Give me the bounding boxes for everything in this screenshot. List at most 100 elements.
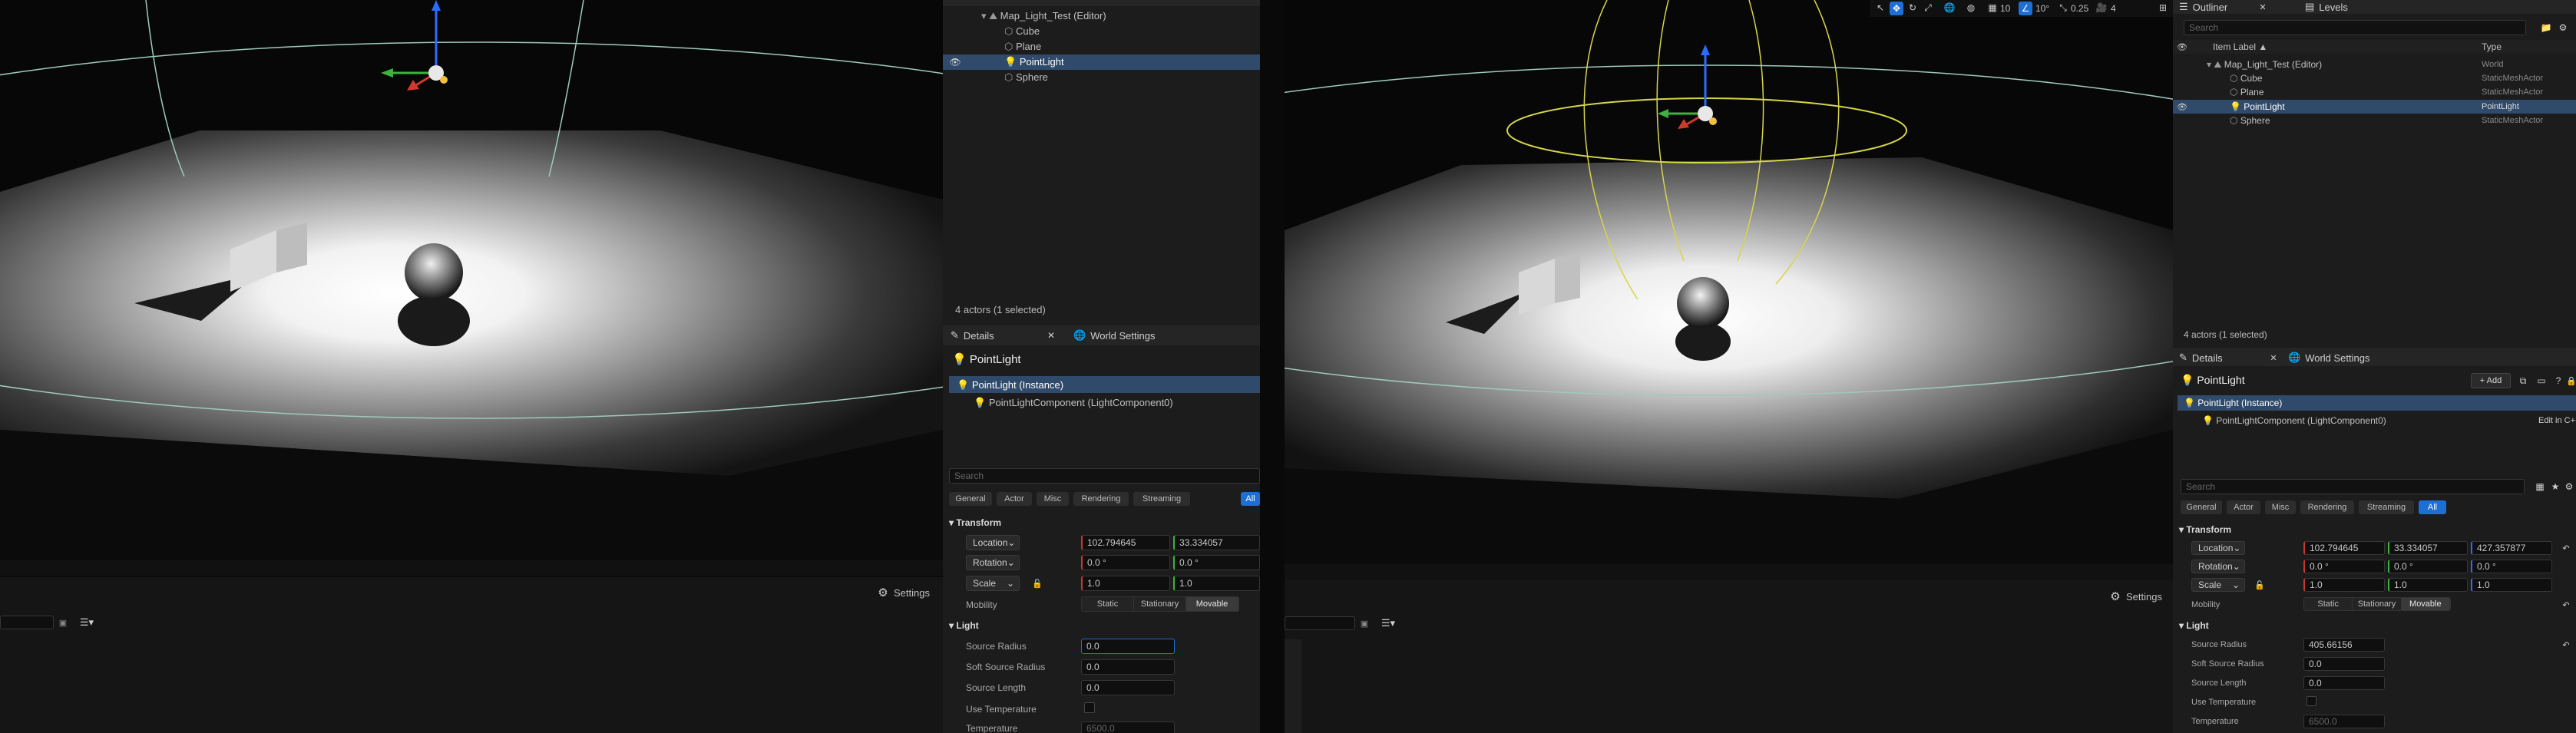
outliner-search-input[interactable]: Search [2184, 20, 2526, 35]
scale-y-left[interactable]: 1.0 [1173, 576, 1260, 591]
grid-snap-icon[interactable]: ▦ [1986, 2, 1999, 14]
filter-general[interactable]: General [2181, 500, 2222, 514]
filter-icon[interactable]: ☰▾ [75, 616, 98, 629]
rotate-mode-icon[interactable]: ↻ [1906, 2, 1919, 14]
filter-rendering[interactable]: Rendering [2300, 500, 2354, 514]
close-icon[interactable]: ✕ [2257, 2, 2268, 12]
outliner-header-type[interactable]: Type [2482, 41, 2502, 52]
close-icon[interactable]: ✕ [1046, 330, 1057, 341]
temperature-input[interactable]: 6500.0 [2303, 715, 2385, 728]
outliner-item-sphere[interactable]: ⬡ Sphere [2230, 115, 2270, 126]
favorite-star-icon[interactable]: ★ [2549, 480, 2561, 493]
reset-icon[interactable]: ↶ [2561, 542, 2571, 554]
reset-icon[interactable]: ↶ [2561, 599, 2571, 611]
temperature-input-left[interactable]: 6500.0 [1081, 721, 1175, 733]
outliner-item-world[interactable]: ▾ ⛰ Map_Light_Test (Editor) [981, 10, 1106, 22]
scale-x-left[interactable]: 1.0 [1081, 576, 1170, 591]
mobility-static[interactable]: Static [2304, 598, 2353, 610]
filter-rendering-left[interactable]: Rendering [1073, 492, 1129, 506]
filter-icon[interactable]: ☰▾ [1377, 616, 1400, 630]
scale-mode-icon[interactable]: ⤢ [1922, 2, 1934, 14]
scale-dropdown[interactable]: Scale ⌄ [2191, 578, 2245, 592]
surface-snap-icon[interactable]: ◍ [1965, 2, 1977, 14]
scale-snap-icon[interactable]: ⤡ [2057, 2, 2069, 14]
location-y-left[interactable]: 33.334057 [1173, 535, 1260, 550]
help-icon[interactable]: ? [2552, 375, 2564, 387]
scale-z[interactable]: 1.0 [2471, 578, 2552, 592]
rotation-x-left[interactable]: 0.0 ° [1081, 555, 1170, 570]
filter-streaming[interactable]: Streaming [2359, 500, 2414, 514]
use-temperature-checkbox-left[interactable] [1084, 702, 1095, 713]
filter-general-left[interactable]: General [949, 492, 992, 506]
soft-source-radius-input-left[interactable]: 0.0 [1081, 659, 1175, 675]
folder-add-icon[interactable]: 📁 [2540, 21, 2552, 34]
soft-source-radius-input[interactable]: 0.0 [2303, 657, 2385, 671]
scale-dropdown-left[interactable]: Scale ⌄ [966, 576, 1020, 591]
location-dropdown-left[interactable]: Location ⌄ [966, 535, 1020, 550]
visibility-eye-icon[interactable]: 👁 [2176, 41, 2188, 53]
settings-label[interactable]: Settings [2126, 591, 2162, 603]
scale-snap-value[interactable]: 0.25 [2071, 3, 2088, 14]
tab-world-settings-left[interactable]: 🌐 World Settings [1073, 329, 1155, 342]
tab-levels[interactable]: ▤ Levels [2305, 1, 2348, 13]
location-x[interactable]: 102.794645 [2303, 541, 2385, 555]
tab-outliner[interactable]: ☰ Outliner [2179, 1, 2227, 13]
source-radius-input-left[interactable]: 0.0 [1081, 639, 1175, 654]
save-icon[interactable]: ▣ [1358, 616, 1371, 630]
reset-icon[interactable]: ↶ [2561, 639, 2571, 651]
mobility-stationary[interactable]: Stationary [2353, 598, 2402, 610]
details-component-row[interactable]: 💡 PointLightComponent (LightComponent0) [2202, 415, 2386, 426]
details-search-input-left[interactable]: Search [949, 468, 1260, 484]
filter-streaming-left[interactable]: Streaming [1133, 492, 1190, 506]
rotation-x[interactable]: 0.0 ° [2303, 560, 2385, 573]
filter-actor-left[interactable]: Actor [997, 492, 1032, 506]
outliner-header-label[interactable]: Item Label ▲ [2213, 41, 2267, 52]
outliner-item-sphere[interactable]: ⬡ Sphere [1004, 71, 1048, 84]
tab-details-left[interactable]: ✎ Details [951, 329, 994, 342]
filter-misc[interactable]: Misc [2265, 500, 2296, 514]
lock-icon[interactable]: 🔒 [2566, 375, 2576, 387]
tab-world-settings[interactable]: 🌐 World Settings [2288, 352, 2369, 364]
viewport-left[interactable] [0, 0, 943, 560]
details-component-row[interactable]: 💡 PointLightComponent (LightComponent0) [974, 397, 1173, 409]
rotation-snap-value[interactable]: 10° [2035, 3, 2049, 14]
light-header-left[interactable]: ▾ Light [949, 620, 979, 631]
location-x-left[interactable]: 102.794645 [1081, 535, 1170, 550]
outliner-item-pointlight[interactable] [943, 54, 1260, 70]
translate-mode-icon[interactable]: ✥ [1890, 2, 1903, 15]
source-length-input[interactable]: 0.0 [2303, 676, 2385, 690]
outliner-item-cube[interactable]: ⬡ Cube [1004, 25, 1040, 38]
lock-icon-scale[interactable]: 🔓 [2254, 579, 2265, 591]
lock-icon-left[interactable]: 🔓 [1032, 577, 1043, 589]
camera-speed-icon[interactable]: 🎥 [2095, 2, 2108, 14]
rotation-y-left[interactable]: 0.0 ° [1173, 555, 1260, 570]
mobility-movable-left[interactable]: Movable [1186, 597, 1238, 611]
world-local-icon[interactable]: 🌐 [1943, 2, 1956, 14]
bottom-search-input[interactable] [1285, 616, 1355, 630]
grid-snap-value[interactable]: 10 [2000, 3, 2010, 14]
grid-view-icon[interactable]: ▦ [2534, 480, 2546, 493]
transform-header[interactable]: ▾ Transform [2179, 524, 2231, 535]
viewport-options-icon[interactable]: ▭ [2535, 375, 2548, 387]
rotation-snap-icon[interactable]: ∠ [2019, 2, 2032, 15]
filter-misc-left[interactable]: Misc [1037, 492, 1069, 506]
outliner-item-world[interactable]: ▾ ⛰ Map_Light_Test (Editor) [2207, 59, 2322, 71]
outliner-item-cube[interactable]: ⬡ Cube [2230, 73, 2263, 84]
tab-details[interactable]: ✎ Details [2179, 352, 2223, 364]
scale-x[interactable]: 1.0 [2303, 578, 2385, 592]
transform-header-left[interactable]: ▾ Transform [949, 517, 1001, 528]
filter-all-left[interactable]: All [1241, 492, 1260, 506]
details-search-input[interactable]: Search [2181, 479, 2525, 494]
edit-in-cpp-link[interactable]: Edit in C++ [2538, 416, 2576, 425]
add-component-button[interactable]: + Add [2471, 373, 2511, 388]
location-y[interactable]: 33.334057 [2388, 541, 2468, 555]
rotation-dropdown-left[interactable]: Rotation ⌄ [966, 555, 1020, 570]
settings-gear-icon[interactable]: ⚙ [877, 586, 889, 599]
source-radius-input[interactable]: 405.66156 [2303, 638, 2385, 652]
settings-gear-icon[interactable]: ⚙ [2557, 21, 2569, 34]
visibility-eye-icon[interactable]: 👁 [2176, 101, 2188, 113]
scale-y[interactable]: 1.0 [2388, 578, 2468, 592]
outliner-item-plane[interactable]: ⬡ Plane [2230, 87, 2264, 97]
source-length-input-left[interactable]: 0.0 [1081, 680, 1175, 695]
outliner-item-plane[interactable]: ⬡ Plane [1004, 41, 1041, 53]
